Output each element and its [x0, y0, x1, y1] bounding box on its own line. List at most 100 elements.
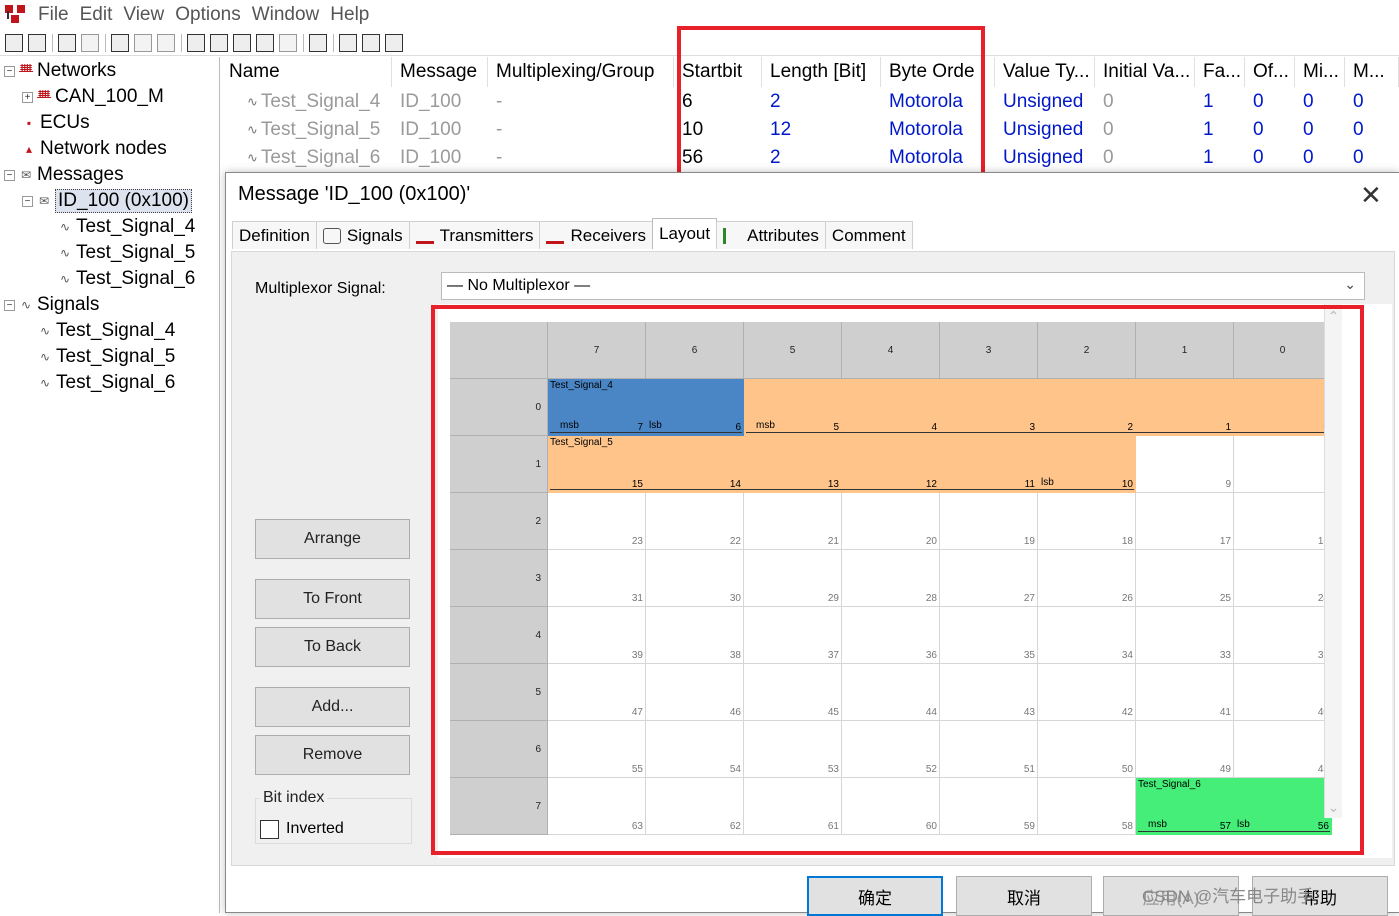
message-icon: ✉ [38, 194, 50, 208]
col-header-factor[interactable]: Fa... [1195, 57, 1245, 87]
col-header-max[interactable]: M... [1345, 57, 1399, 87]
table-cell-value-type[interactable]: Unsigned [995, 88, 1095, 116]
menu-view[interactable]: View [121, 4, 166, 26]
menu-edit[interactable]: Edit [78, 4, 115, 26]
table-cell-factor[interactable]: 1 [1195, 144, 1245, 172]
col-header-message[interactable]: Message [392, 57, 488, 87]
table-cell-name[interactable]: ∿ Test_Signal_5 [221, 116, 392, 144]
tree-message-signal[interactable]: ∿ Test_Signal_5 [58, 240, 195, 266]
table-cell-min[interactable]: 0 [1295, 116, 1345, 144]
table-cell-initial[interactable]: 0 [1095, 88, 1195, 116]
inverted-checkbox[interactable] [260, 820, 279, 839]
table-cell-initial[interactable]: 0 [1095, 144, 1195, 172]
bit-index-group: Bit index Inverted [255, 789, 412, 844]
table-cell-mux[interactable]: - [488, 116, 674, 144]
table-cell-message[interactable]: ID_100 [392, 144, 488, 172]
tree-message-item[interactable]: − ✉ ID_100 (0x100) [22, 188, 192, 214]
table-cell-max[interactable]: 0 [1345, 116, 1399, 144]
col-header-min[interactable]: Mi... [1295, 57, 1345, 87]
table-cell-message[interactable]: ID_100 [392, 88, 488, 116]
dialog-tabs: Definition Signals Transmitters Receiver… [232, 218, 913, 249]
menu-options[interactable]: Options [173, 4, 242, 26]
table-cell-name[interactable]: ∿ Test_Signal_6 [221, 144, 392, 172]
view-list-icon[interactable] [187, 34, 205, 52]
table-cell-max[interactable]: 0 [1345, 88, 1399, 116]
list-icon[interactable] [134, 34, 152, 52]
table-cell-mux[interactable]: - [488, 144, 674, 172]
tree-network-nodes[interactable]: ▴ Network nodes [22, 136, 167, 162]
table-cell-value-type[interactable]: Unsigned [995, 144, 1095, 172]
mux-select[interactable]: — No Multiplexor — ⌄ [441, 272, 1365, 300]
tree-signal-item[interactable]: ∿ Test_Signal_5 [38, 344, 175, 370]
tab-signals[interactable]: Signals [315, 221, 410, 249]
to-front-button[interactable]: To Front [255, 579, 410, 619]
tile-vertical-icon[interactable] [385, 34, 403, 52]
arrange-button[interactable]: Arrange [255, 519, 410, 559]
properties-icon[interactable] [111, 34, 129, 52]
view-other-icon[interactable] [279, 34, 297, 52]
tree-message-signal[interactable]: ∿ Test_Signal_6 [58, 266, 195, 292]
view-grid-icon[interactable] [233, 34, 251, 52]
signal-link-icon: ∿ [59, 272, 71, 286]
collapse-icon[interactable]: − [22, 195, 33, 207]
paste-icon[interactable] [81, 34, 99, 52]
tab-definition[interactable]: Definition [232, 221, 317, 249]
menu-help[interactable]: Help [328, 4, 371, 26]
col-header-name[interactable]: Name [221, 57, 392, 87]
col-header-offset[interactable]: Of... [1245, 57, 1295, 87]
to-back-button[interactable]: To Back [255, 627, 410, 667]
table-cell-offset[interactable]: 0 [1245, 144, 1295, 172]
table-cell-initial[interactable]: 0 [1095, 116, 1195, 144]
collapse-icon[interactable]: − [4, 169, 15, 181]
tab-label: Definition [239, 225, 310, 245]
ok-button[interactable]: 确定 [807, 876, 943, 916]
tab-attributes[interactable]: Attributes [716, 221, 826, 249]
table-cell-max[interactable]: 0 [1345, 144, 1399, 172]
dec-hex-icon[interactable] [309, 34, 327, 52]
cancel-button[interactable]: 取消 [956, 876, 1092, 916]
collapse-icon[interactable]: − [4, 299, 15, 311]
tree-networks[interactable]: − ᚙ Networks [4, 58, 116, 84]
add-button[interactable]: Add... [255, 687, 410, 727]
toolbar-separator [181, 34, 182, 52]
table-cell-offset[interactable]: 0 [1245, 116, 1295, 144]
open-icon[interactable] [5, 34, 23, 52]
table-cell-min[interactable]: 0 [1295, 144, 1345, 172]
view-details-icon[interactable] [210, 34, 228, 52]
col-header-mux[interactable]: Multiplexing/Group [488, 57, 674, 87]
tree-ecus[interactable]: ▪ ECUs [22, 110, 90, 136]
save-icon[interactable] [28, 34, 46, 52]
tree-signal-item[interactable]: ∿ Test_Signal_6 [38, 370, 175, 396]
menu-file[interactable]: File [36, 4, 71, 26]
tree-signals[interactable]: − ∿ Signals [4, 292, 99, 318]
col-header-value-type[interactable]: Value Ty... [995, 57, 1095, 87]
col-header-initial[interactable]: Initial Va... [1095, 57, 1195, 87]
table-cell-factor[interactable]: 1 [1195, 116, 1245, 144]
table-cell-factor[interactable]: 1 [1195, 88, 1245, 116]
tree-network-item[interactable]: + ᚙ CAN_100_M [22, 84, 164, 110]
tab-transmitters[interactable]: Transmitters [408, 221, 541, 249]
tab-receivers[interactable]: Receivers [539, 221, 654, 249]
copy-icon[interactable] [58, 34, 76, 52]
table-cell-min[interactable]: 0 [1295, 88, 1345, 116]
tree-signal-item[interactable]: ∿ Test_Signal_4 [38, 318, 175, 344]
expand-icon[interactable]: + [22, 91, 33, 103]
table-cell-name[interactable]: ∿ Test_Signal_4 [221, 88, 392, 116]
table-cell-offset[interactable]: 0 [1245, 88, 1295, 116]
table-cell-mux[interactable]: - [488, 88, 674, 116]
view-tiles-icon[interactable] [256, 34, 274, 52]
tree-messages[interactable]: − ✉ Messages [4, 162, 124, 188]
tree-message-signal[interactable]: ∿ Test_Signal_4 [58, 214, 195, 240]
tab-layout[interactable]: Layout [652, 218, 718, 249]
tile-horizontal-icon[interactable] [362, 34, 380, 52]
table-cell-value-type[interactable]: Unsigned [995, 116, 1095, 144]
cell-text: Test_Signal_6 [260, 147, 381, 168]
tab-comment[interactable]: Comment [824, 221, 913, 249]
remove-button[interactable]: Remove [255, 735, 410, 775]
cascade-icon[interactable] [339, 34, 357, 52]
table-cell-message[interactable]: ID_100 [392, 116, 488, 144]
close-icon[interactable]: ✕ [1360, 180, 1382, 211]
collapse-icon[interactable]: − [4, 65, 15, 77]
tool-icon[interactable] [157, 34, 175, 52]
menu-window[interactable]: Window [250, 4, 322, 26]
